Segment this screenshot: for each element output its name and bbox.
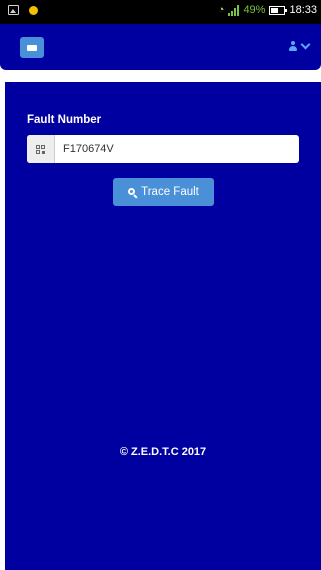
user-icon: [288, 41, 298, 51]
input-addon: [27, 135, 55, 163]
navbar: [0, 24, 321, 70]
image-icon: [8, 5, 19, 15]
wifi-icon: ◔: [217, 4, 225, 16]
main-panel: Fault Number Trace Fault © Z.E.D.T.C 201…: [5, 82, 321, 570]
battery-percentage: 49%: [243, 4, 266, 16]
signal-icon: [228, 4, 240, 16]
status-right: ◔ 49% 18:33: [218, 4, 317, 16]
search-icon: [128, 187, 138, 199]
clock: 18:33: [289, 4, 317, 16]
fault-number-label: Fault Number: [27, 114, 102, 126]
user-menu-button[interactable]: [288, 39, 311, 51]
menu-icon: [27, 44, 37, 51]
qr-code-icon: [36, 144, 45, 154]
fault-number-input[interactable]: [55, 135, 299, 163]
trace-fault-label: Trace Fault: [141, 186, 199, 198]
status-bar: ◔ 49% 18:33: [0, 0, 321, 24]
status-left: [8, 5, 38, 15]
battery-icon: [269, 5, 288, 15]
footer-copyright: © Z.E.D.T.C 2017: [119, 446, 207, 458]
fault-number-input-group: [27, 135, 299, 163]
trace-fault-button[interactable]: Trace Fault: [113, 178, 214, 206]
app-notification-icon: [29, 5, 38, 15]
chevron-down-icon: [300, 39, 311, 49]
menu-button[interactable]: [20, 37, 44, 58]
